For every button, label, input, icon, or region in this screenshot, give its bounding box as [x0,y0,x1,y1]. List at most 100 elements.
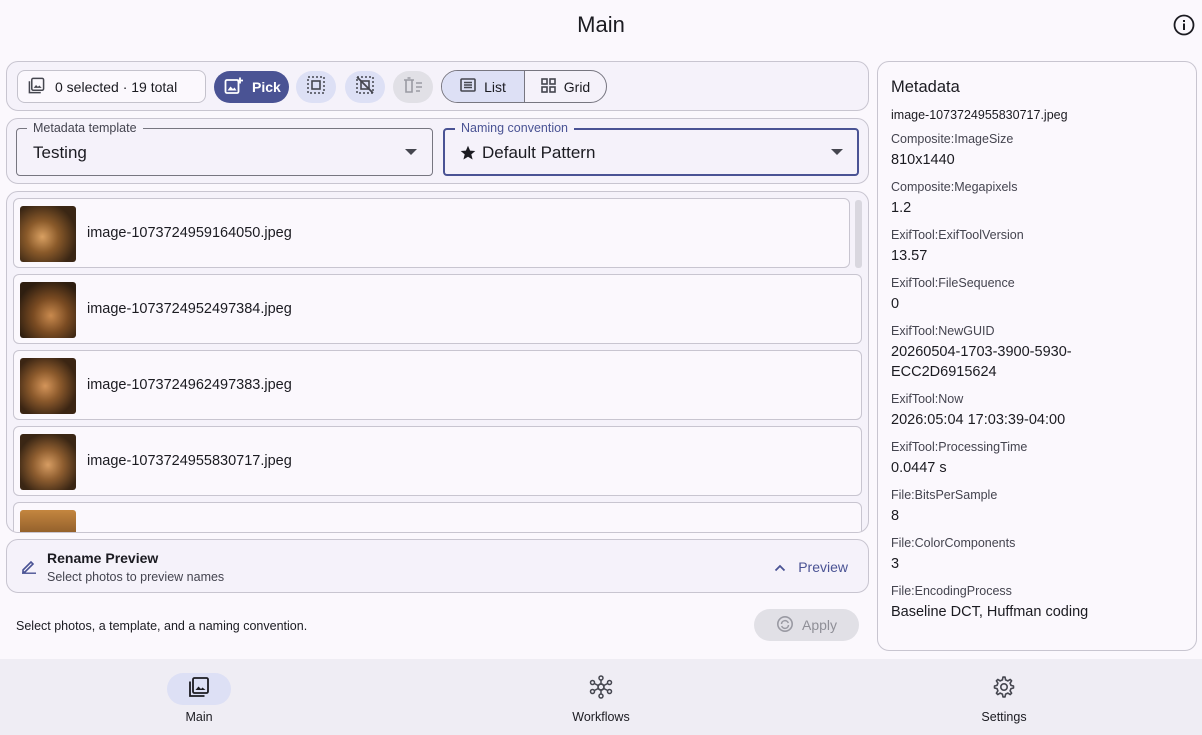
clear-list-button[interactable] [393,71,433,103]
chevron-up-icon [774,559,798,575]
view-mode-toggle: List Grid [441,70,607,103]
file-name: image-1073724962497383.jpeg [87,377,292,393]
file-row[interactable] [13,502,862,532]
metadata-value: 20260504-1703-3900-5930-ECC2D6915624 [891,344,1072,380]
dropdown-arrow-icon [831,149,843,155]
metadata-key: Composite:Megapixels [891,180,1018,194]
metadata-entry: Composite:ImageSize 810x1440 [891,132,1186,170]
add-photo-icon [224,77,252,98]
naming-convention-value: Default Pattern [482,143,596,162]
file-name: image-1073724959164050.jpeg [87,225,292,241]
naming-convention-label: Naming convention [455,121,575,135]
selection-toolbar: 0 selected · 19 total Pick List Grid [6,61,869,111]
metadata-key: ExifTool:Now [891,392,964,406]
list-view-button[interactable]: List [442,71,524,102]
metadata-key: ExifTool:FileSequence [891,276,1015,290]
apply-label: Apply [801,617,838,633]
photo-thumbnail [20,510,76,532]
workflow-hub-icon [589,674,613,704]
metadata-template-value: Testing [33,143,87,162]
metadata-value: 810x1440 [891,152,955,168]
metadata-entry: File:ColorComponents 3 [891,536,1186,574]
file-row[interactable]: image-1073724962497383.jpeg [13,350,862,420]
grid-view-label: Grid [563,78,591,95]
bottom-navigation: Main Workflows Settings [0,659,1202,735]
dropdowns-panel: Metadata template Testing Naming convent… [6,118,869,184]
nav-item-settings[interactable]: Settings [904,659,1104,735]
photo-library-icon [28,77,55,97]
photo-library-icon [188,676,210,703]
metadata-value: Baseline DCT, Huffman coding [891,604,1089,620]
pick-button[interactable]: Pick [214,71,289,103]
metadata-value: 8 [891,508,900,524]
nav-label: Main [185,710,213,724]
footer-hint: Select photos, a template, and a naming … [16,619,308,633]
metadata-entry: File:EncodingProcess Baseline DCT, Huffma… [891,584,1186,622]
naming-convention-select[interactable]: Naming convention Default Pattern [443,121,859,176]
metadata-entry: ExifTool:FileSequence 0 [891,276,1186,314]
metadata-title: Metadata [891,78,960,96]
grid-view-button[interactable]: Grid [525,71,606,102]
preview-toggle-button[interactable]: Preview [774,555,848,579]
clear-list-icon [402,75,424,100]
nav-item-workflows[interactable]: Workflows [501,659,701,735]
metadata-entry: ExifTool:ExifToolVersion 13.57 [891,228,1186,266]
naming-convention-value-wrap: Default Pattern [460,143,595,163]
metadata-entry: Composite:Megapixels 1.2 [891,180,1186,218]
rename-preview-panel: Rename Preview Select photos to preview … [6,539,869,593]
photo-thumbnail [20,282,76,338]
photo-thumbnail [20,206,76,262]
metadata-key: File:EncodingProcess [891,584,1012,598]
apply-button[interactable]: Apply [754,609,859,641]
list-scrollbar[interactable] [855,200,862,268]
file-list: image-1073724959164050.jpeg image-107372… [6,191,869,533]
metadata-entries: Composite:ImageSize 810x1440 Composite:Me… [891,132,1186,632]
rename-preview-title: Rename Preview [47,550,159,566]
metadata-value: 0 [891,296,900,312]
nav-item-main[interactable]: Main [99,659,299,735]
metadata-entry: ExifTool:Now 2026:05:04 17:03:39-04:00 [891,392,1186,430]
metadata-value: 3 [891,556,900,572]
metadata-key: ExifTool:ProcessingTime [891,440,1028,454]
top-app-bar: Main [0,0,1202,52]
metadata-key: File:BitsPerSample [891,488,998,502]
list-view-label: List [484,78,506,95]
grid-icon [540,77,564,96]
photo-thumbnail [20,358,76,414]
deselect-button[interactable] [345,71,385,103]
edit-pen-icon [21,558,37,579]
nav-indicator [569,673,633,705]
file-name: image-1073724955830717.jpeg [87,453,292,469]
gear-icon [993,675,1015,703]
file-row[interactable]: image-1073724959164050.jpeg [13,198,850,268]
file-row[interactable]: image-1073724952497384.jpeg [13,274,862,344]
deselect-icon [355,75,375,100]
info-icon[interactable] [1173,14,1195,36]
page-title: Main [577,12,625,37]
metadata-key: ExifTool:NewGUID [891,324,995,338]
list-icon [460,78,484,95]
nav-label: Settings [981,710,1027,724]
nav-indicator [972,673,1036,705]
select-all-icon [306,75,326,100]
metadata-entry: ExifTool:NewGUID 20260504-1703-3900-5930-… [891,324,1186,382]
metadata-key: ExifTool:ExifToolVersion [891,228,1024,242]
select-all-button[interactable] [296,71,336,103]
metadata-key: Composite:ImageSize [891,132,1014,146]
metadata-entry: File:BitsPerSample 8 [891,488,1186,526]
metadata-value: 0.0447 s [891,460,947,476]
metadata-key: File:ColorComponents [891,536,1016,550]
file-row[interactable]: image-1073724955830717.jpeg [13,426,862,496]
nav-active-indicator [167,673,231,705]
selection-count-chip[interactable]: 0 selected · 19 total [17,70,206,103]
metadata-entry: ExifTool:ProcessingTime 0.0447 s [891,440,1186,478]
dropdown-arrow-icon [405,149,417,155]
metadata-template-select[interactable]: Metadata template Testing [16,121,433,176]
selection-count-label: 0 selected · 19 total [55,78,178,95]
metadata-panel: Metadata image-1073724955830717.jpeg Com… [877,61,1197,651]
metadata-value: 13.57 [891,248,928,264]
photo-thumbnail [20,434,76,490]
metadata-value: 2026:05:04 17:03:39-04:00 [891,412,1066,428]
preview-label: Preview [798,559,848,575]
file-name: image-1073724952497384.jpeg [87,301,292,317]
